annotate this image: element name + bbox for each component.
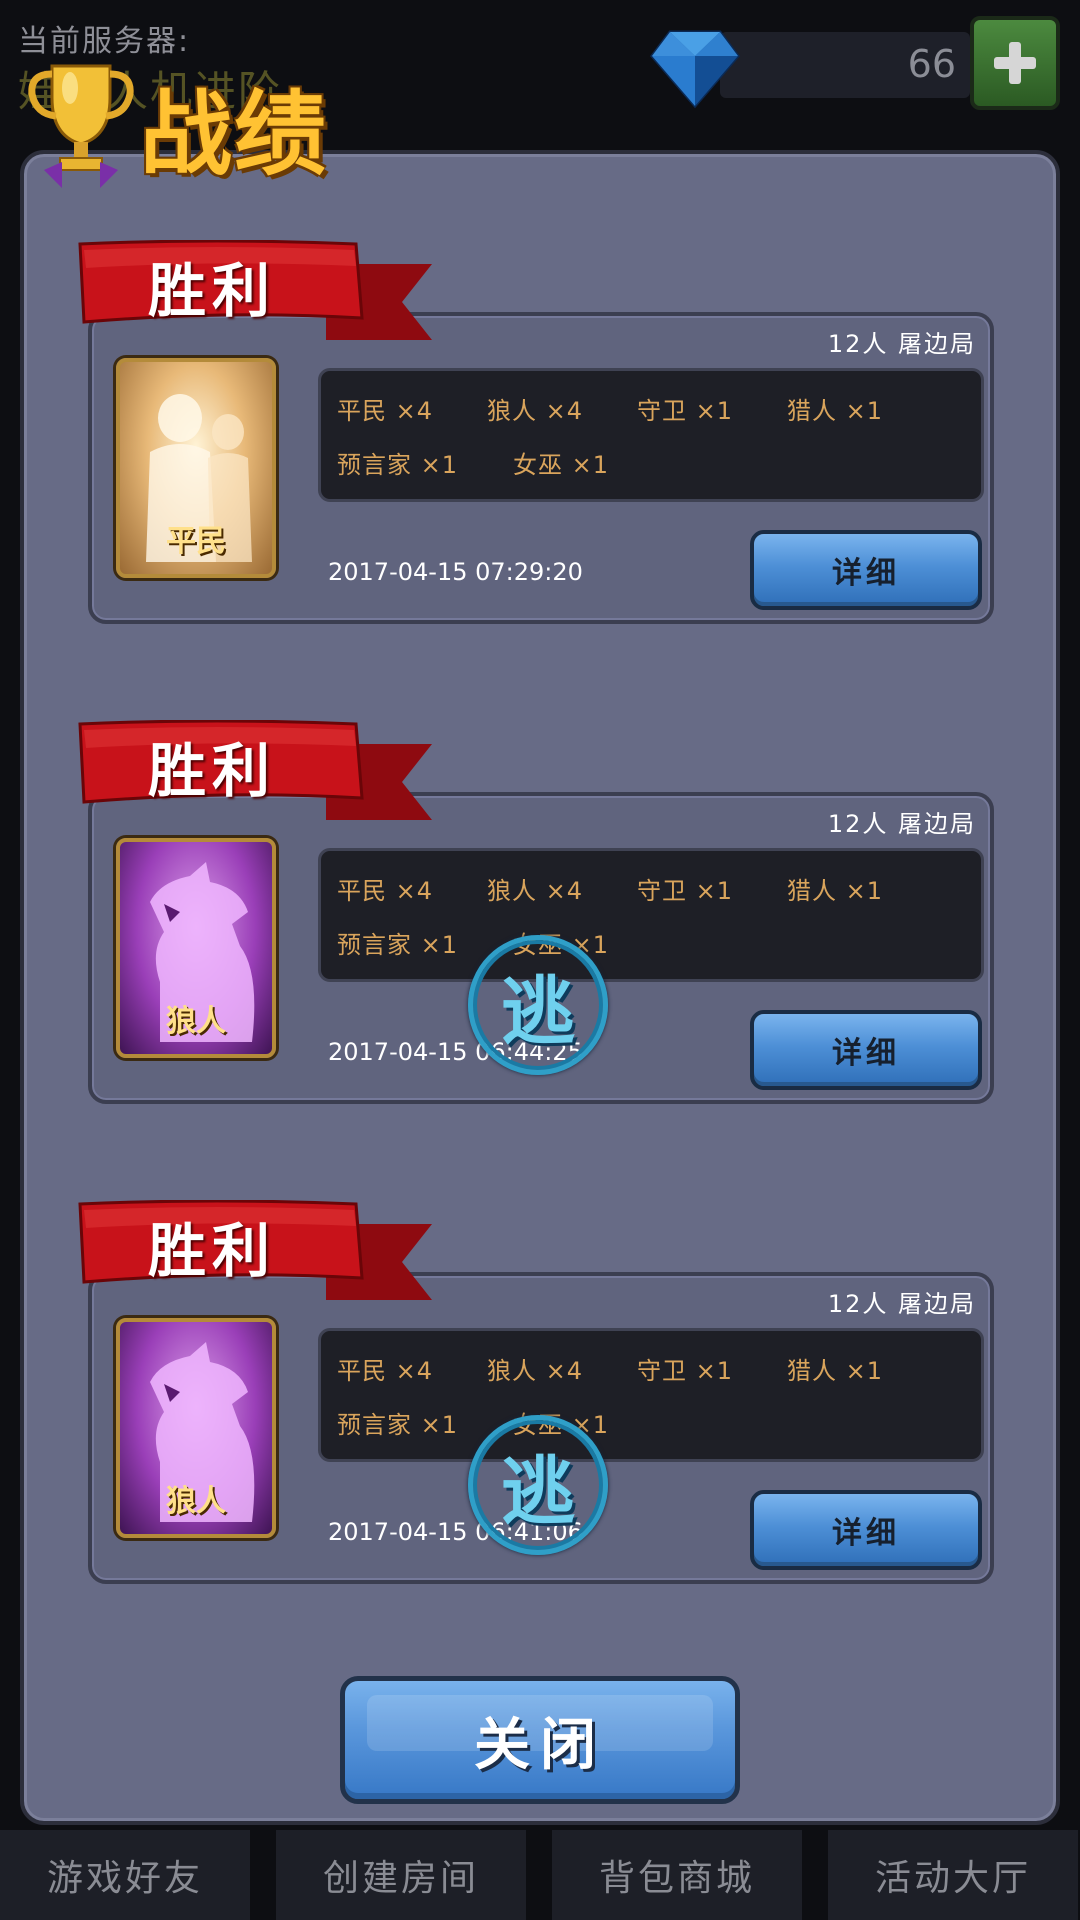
role-count: 猎人 ×1 [787,1356,884,1385]
role-count: 守卫 ×1 [637,876,734,905]
gem-icon [650,30,740,109]
role-card-werewolf: 狼人 [116,1318,276,1538]
detail-button[interactable]: 详细 [750,1490,982,1570]
role-name: 狼人 [166,1004,226,1039]
role-count: 平民 ×4 [337,1356,434,1385]
role-count: 女巫 ×1 [513,450,610,479]
server-label: 当前服务器: [18,24,191,59]
title-block: 战绩 [22,58,352,198]
page-title: 战绩 [140,81,329,188]
role-count: 预言家 ×1 [337,1410,459,1439]
role-count: 预言家 ×1 [337,450,459,479]
role-card-werewolf: 狼人 [116,838,276,1058]
close-button[interactable]: 关闭 [340,1676,740,1804]
result-label: 胜利 [148,1217,277,1285]
role-name: 平民 [166,524,226,559]
record-item: 12人 屠边局 平民 平民 ×4 狼人 ×4 守卫 ×1 猎人 ×1 预言家 ×… [0,240,1080,630]
role-count: 猎人 ×1 [787,876,884,905]
result-label: 胜利 [148,257,277,325]
role-composition: 平民 ×4 狼人 ×4 守卫 ×1 猎人 ×1 预言家 ×1 女巫 ×1 [318,368,984,502]
add-gems-button[interactable] [970,16,1060,110]
game-mode: 12人 屠边局 [827,810,976,838]
bottom-nav: 游戏好友 创建房间 背包商城 活动大厅 [0,1830,1080,1920]
trophy-icon [28,64,134,188]
role-count: 平民 ×4 [337,876,434,905]
role-card-civilian: 平民 [116,358,276,578]
close-button-label: 关闭 [474,1712,606,1778]
role-count: 预言家 ×1 [337,930,459,959]
nav-create-room[interactable]: 创建房间 [276,1830,526,1920]
escape-seal: 逃 [468,935,608,1075]
detail-button[interactable]: 详细 [750,530,982,610]
role-count: 猎人 ×1 [787,396,884,425]
role-count: 狼人 ×4 [487,396,584,425]
nav-shop[interactable]: 背包商城 [552,1830,802,1920]
game-mode: 12人 屠边局 [827,1290,976,1318]
role-count: 狼人 ×4 [487,1356,584,1385]
detail-button[interactable]: 详细 [750,1010,982,1090]
gem-count: 66 [907,42,956,86]
role-composition: 平民 ×4 狼人 ×4 守卫 ×1 猎人 ×1 预言家 ×1 女巫 ×1 [318,1328,984,1462]
role-count: 平民 ×4 [337,396,434,425]
role-name: 狼人 [166,1484,226,1519]
role-count: 守卫 ×1 [637,1356,734,1385]
record-item: 12人 屠边局 狼人 平民 ×4 狼人 ×4 守卫 ×1 猎人 ×1 预言家 ×… [0,720,1080,1110]
role-composition: 平民 ×4 狼人 ×4 守卫 ×1 猎人 ×1 预言家 ×1 女巫 ×1 [318,848,984,982]
role-count: 守卫 ×1 [637,396,734,425]
role-count: 狼人 ×4 [487,876,584,905]
game-mode: 12人 屠边局 [827,330,976,358]
result-label: 胜利 [148,737,277,805]
gem-balance: 66 [720,32,970,98]
nav-friends[interactable]: 游戏好友 [0,1830,250,1920]
record-timestamp: 2017-04-15 07:29:20 [328,558,583,586]
record-card: 12人 屠边局 平民 平民 ×4 狼人 ×4 守卫 ×1 猎人 ×1 预言家 ×… [88,312,994,624]
escape-seal: 逃 [468,1415,608,1555]
nav-events[interactable]: 活动大厅 [828,1830,1078,1920]
record-item: 12人 屠边局 狼人 平民 ×4 狼人 ×4 守卫 ×1 猎人 ×1 预言家 ×… [0,1200,1080,1590]
